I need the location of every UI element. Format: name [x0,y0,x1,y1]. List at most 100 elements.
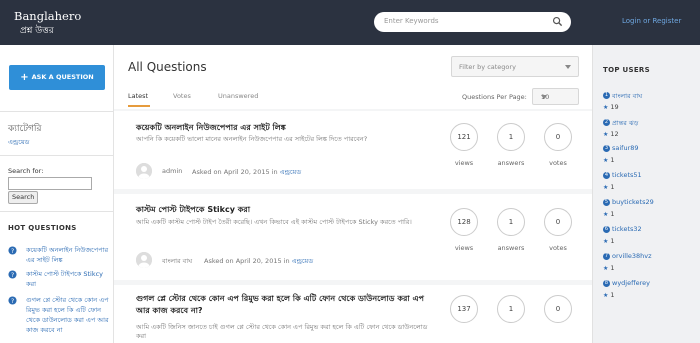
per-page-label: Questions Per Page: [462,93,527,101]
hot-questions-title: HOT QUESTIONS [8,224,77,232]
category-filter-placeholder: Filter by category [459,63,516,71]
points-value: 1 [610,237,615,245]
asked-prefix: Asked on [204,257,234,265]
question-date: Asked on April 20, 2015 in এন্ড্রয়েড [192,167,301,178]
svg-text:?: ? [11,298,14,305]
main-content: All Questions Filter by category Latest … [114,45,592,343]
login-register-link[interactable]: Login or Register [622,17,681,25]
user-points: ★ 12 [603,130,619,138]
rank-badge: 6 [603,226,610,233]
votes-count: 0 [544,123,572,151]
sidebar-search-input[interactable] [8,177,92,190]
avatar[interactable] [136,163,152,179]
star-icon: ★ [603,211,609,218]
question-date: Asked on April 20, 2015 in এন্ড্রয়েড [204,256,313,267]
tab-latest[interactable]: Latest [128,92,148,100]
star-icon: ★ [603,157,609,164]
sidebar-search-button[interactable]: Search [8,191,39,204]
divider [0,155,113,156]
question-meta: admin Asked on April 20, 2015 in এন্ড্রয… [136,163,436,179]
views-count: 121 [450,123,478,151]
user-points: ★ 1 [603,237,615,245]
star-icon: ★ [603,292,609,299]
votes-count: 0 [544,295,572,323]
questions-header: All Questions Filter by category Latest … [114,45,592,109]
page-title: All Questions [128,60,207,74]
star-icon: ★ [603,104,609,111]
question-meta: বাংলার বাঘ Asked on April 20, 2015 in এন… [136,252,436,268]
ask-question-label: ASK A QUESTION [31,73,94,81]
category-filter-select[interactable]: Filter by category [451,56,579,77]
points-value: 1 [610,210,615,218]
left-sidebar: + ASK A QUESTION ক্যাটেগরি এন্ড্রয়েড Sea… [0,45,114,343]
star-icon: ★ [603,131,609,138]
sidebar-search-label: Search for: [8,167,44,175]
asked-date: April 20, 2015 [235,257,282,265]
answers-count: 1 [497,295,525,323]
points-value: 12 [610,130,619,138]
question-title[interactable]: কয়েকটি অনলাইন নিউজপেপার এর সাইট লিঙ্ক [136,122,431,134]
user-name-link[interactable]: প্রান্তর ঝড় [612,118,638,129]
rank-badge: 7 [603,253,610,260]
user-name-link[interactable]: orville38hvz [612,252,652,260]
votes-label: votes [549,159,567,167]
svg-text:?: ? [11,272,14,279]
top-users-title: TOP USERS [603,66,650,74]
user-name-link[interactable]: saifur89 [612,144,639,152]
hot-question-link[interactable]: কাস্টম পোস্ট টাইপকে Stikcy করা [26,269,112,289]
question-icon: ? [8,296,17,305]
user-name-link[interactable]: buytickets29 [612,198,654,206]
right-sidebar: TOP USERS 1 বাংলার বাঘ ★ 19 2 প্রান্তর ঝড… [592,45,700,343]
search-placeholder: Enter Keywords [384,17,439,25]
avatar[interactable] [136,252,152,268]
divider [0,111,113,112]
search-input[interactable]: Enter Keywords [374,12,571,32]
plus-icon: + [20,72,29,83]
site-tagline: প্রশ্ন উত্তর [20,26,54,36]
user-points: ★ 1 [603,291,615,299]
question-excerpt: আপনি কি কয়েকটি ভালো মানের অনলাইন নিউজপে… [136,135,368,143]
hot-question-link[interactable]: গুগল প্লে স্টোর থেকে কোন এপ রিমুভ করা হল… [26,295,112,335]
category-title: ক্যাটেগরি [8,124,42,134]
user-name-link[interactable]: tickets32 [612,225,642,233]
category-link[interactable]: এন্ড্রয়েড [8,137,29,148]
ask-question-button[interactable]: + ASK A QUESTION [9,65,105,90]
question-author[interactable]: বাংলার বাঘ [162,256,192,267]
user-name-link[interactable]: বাংলার বাঘ [612,91,642,102]
user-name-link[interactable]: wydjefferey [612,279,650,287]
answers-count: 1 [497,123,525,151]
hot-question-link[interactable]: কয়েকটি অনলাইন নিউজপেপার এর সাইট লিঙ্ক [26,245,112,265]
caret-down-icon [541,95,547,99]
active-tab-indicator [128,105,150,107]
votes-label: votes [549,244,567,252]
caret-down-icon [565,65,571,69]
rank-badge: 2 [603,119,610,126]
user-points: ★ 1 [603,210,615,218]
user-points: ★ 19 [603,103,619,111]
tab-votes[interactable]: Votes [173,92,191,100]
per-page-select[interactable]: 10 [532,88,579,105]
question-category-link[interactable]: এন্ড্রয়েড [292,257,313,265]
star-icon: ★ [603,265,609,272]
answers-label: answers [497,159,525,167]
site-logo[interactable]: Banglahero [14,9,81,23]
search-icon[interactable] [552,16,563,27]
question-author[interactable]: admin [162,167,182,175]
asked-date: April 20, 2015 [223,168,270,176]
points-value: 1 [610,264,615,272]
question-icon: ? [8,270,17,279]
question-title[interactable]: কাস্টম পোস্ট টাইপকে Stikcy করা [136,204,431,216]
user-points: ★ 1 [603,183,615,191]
question-excerpt: আমি একটি জিনিস জানতে চাই গুগল প্লে স্টোর… [136,323,428,340]
user-name-link[interactable]: tickets51 [612,171,642,179]
views-label: views [454,159,474,167]
top-header: Banglahero প্রশ্ন উত্তর Enter Keywords L… [0,0,700,45]
question-category-link[interactable]: এন্ড্রয়েড [280,168,301,176]
points-value: 1 [610,156,615,164]
in-word: in [283,257,290,265]
user-points: ★ 1 [603,264,615,272]
answers-label: answers [497,244,525,252]
question-title[interactable]: গুগল প্লে স্টোর থেকে কোন এপ রিমুভ করা হল… [136,293,431,317]
tab-unanswered[interactable]: Unanswered [218,92,258,100]
question-card: কয়েকটি অনলাইন নিউজপেপার এর সাইট লিঙ্ক আ… [114,111,592,189]
